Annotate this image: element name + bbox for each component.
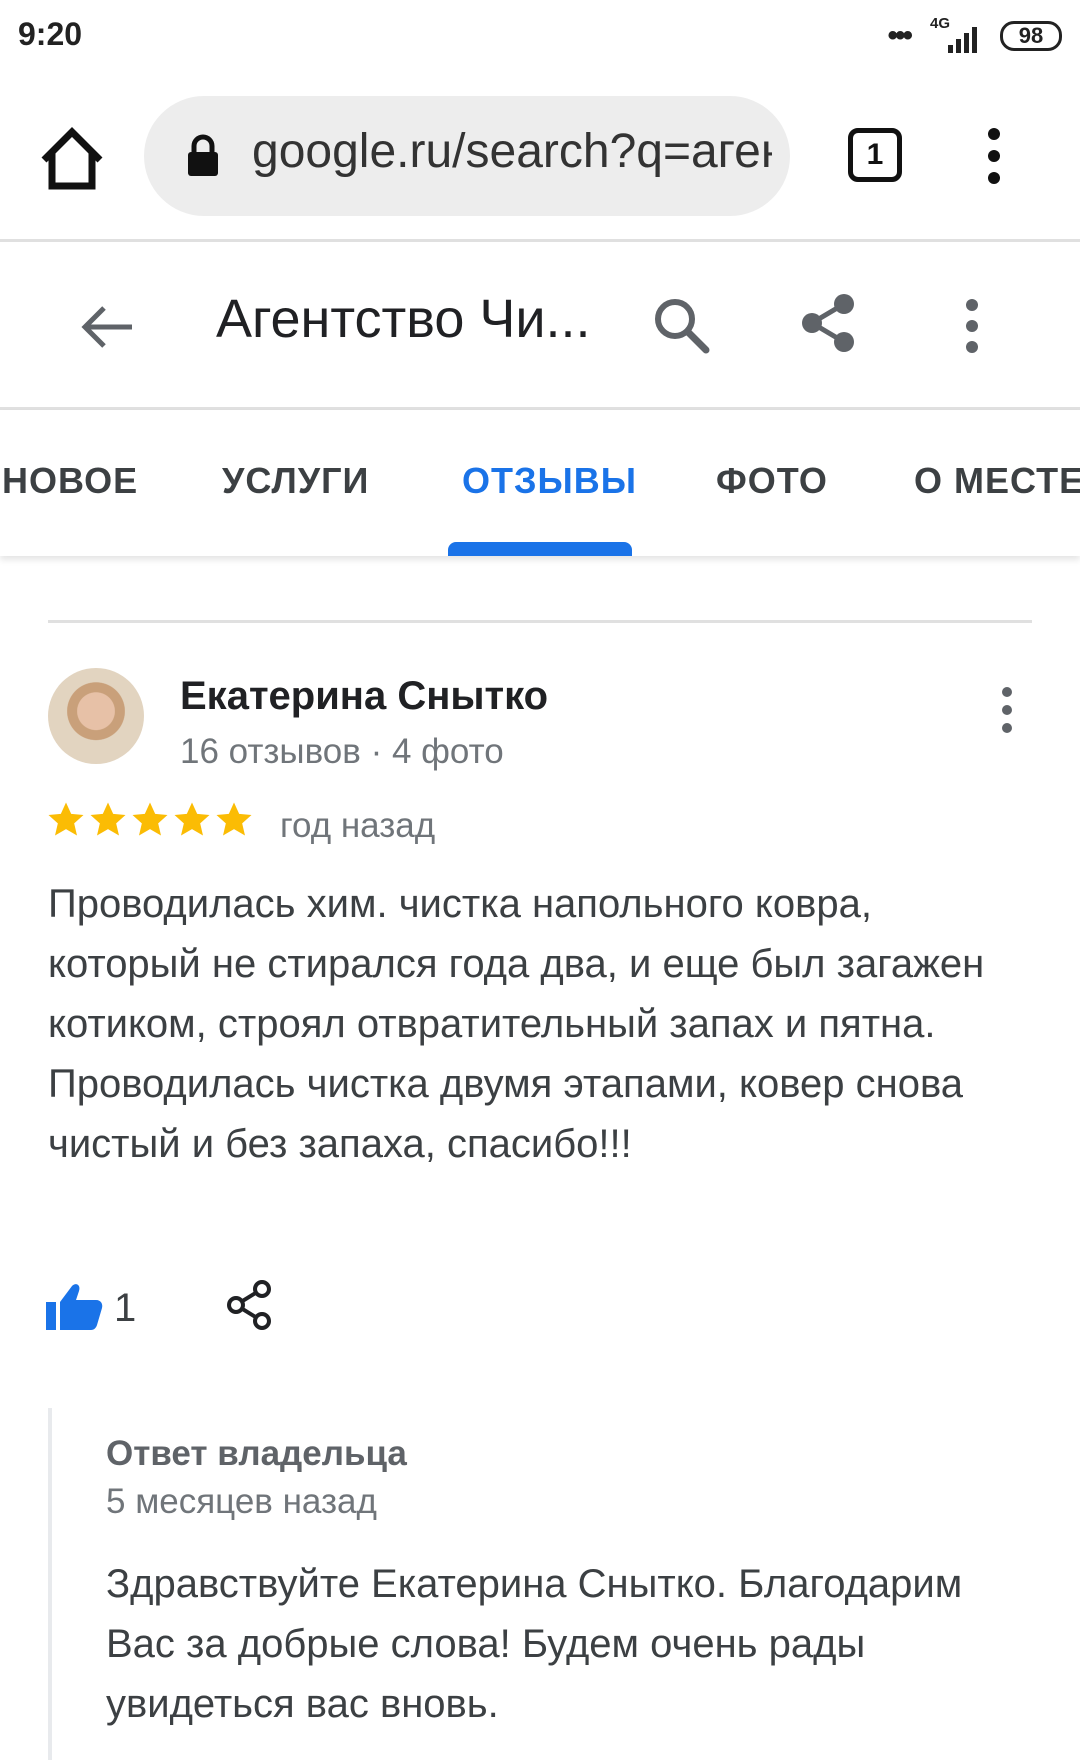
star-icon	[132, 802, 168, 836]
active-tab-indicator	[448, 542, 632, 556]
owner-response-title: Ответ владельца	[106, 1434, 407, 1473]
tab-count: 1	[866, 138, 884, 171]
place-menu-icon[interactable]	[962, 298, 982, 354]
tab-new[interactable]: НОВОЕ	[2, 460, 138, 502]
reviewer-name[interactable]: Екатерина Снытко	[180, 674, 548, 719]
owner-response-text: Здравствуйте Екатерина Снытко. Благодари…	[106, 1562, 963, 1726]
tab-services[interactable]: УСЛУГИ	[222, 460, 369, 502]
tab-about[interactable]: О МЕСТЕ	[914, 460, 1080, 502]
status-indicators: ••• 4G 98	[887, 15, 1062, 54]
star-icon	[48, 802, 84, 836]
star-icon	[174, 802, 210, 836]
address-bar[interactable]: google.ru/search?q=агентство	[144, 96, 790, 216]
share-icon[interactable]	[798, 292, 858, 354]
back-arrow-icon[interactable]	[80, 304, 136, 350]
like-count: 1	[114, 1286, 137, 1330]
tab-switcher-button[interactable]: 1	[848, 128, 902, 182]
owner-response: Ответ владельца 5 месяцев назад Здравств…	[48, 1408, 1038, 1760]
status-bar: 9:20 ••• 4G 98	[0, 0, 1080, 76]
review-text: Проводилась хим. чистка напольного ковра…	[48, 882, 985, 1166]
home-icon[interactable]	[38, 126, 106, 192]
review-menu-icon[interactable]	[998, 686, 1016, 734]
search-icon[interactable]	[652, 296, 710, 354]
tab-reviews[interactable]: ОТЗЫВЫ	[462, 460, 637, 502]
network-type: 4G	[930, 15, 951, 32]
tab-photos[interactable]: ФОТО	[716, 460, 828, 502]
place-title: Агентство Чи...	[216, 289, 591, 349]
place-header: Агентство Чи...	[0, 242, 1080, 410]
battery-level: 98	[1018, 23, 1044, 48]
star-icon	[216, 802, 252, 836]
browser-menu-icon[interactable]	[984, 126, 1004, 186]
review-date: год назад	[280, 806, 436, 845]
lock-icon	[188, 134, 218, 176]
status-time: 9:20	[18, 16, 83, 52]
divider	[48, 620, 1032, 623]
url-text: google.ru/search?q=агентство	[252, 125, 772, 178]
browser-toolbar: google.ru/search?q=агентство 1	[0, 76, 1080, 242]
signal-icon: 4G	[930, 15, 990, 53]
share-review-icon[interactable]	[226, 1280, 272, 1330]
star-rating	[46, 800, 254, 840]
thumbs-up-icon[interactable]	[46, 1282, 104, 1330]
place-tabs: НОВОЕ УСЛУГИ ОТЗЫВЫ ФОТО О МЕСТЕ	[0, 410, 1080, 556]
owner-response-date: 5 месяцев назад	[106, 1482, 377, 1521]
battery-icon: 98	[1000, 21, 1062, 51]
reviewer-meta: 16 отзывов · 4 фото	[180, 732, 504, 771]
star-icon	[90, 802, 126, 836]
avatar[interactable]	[48, 668, 144, 764]
more-notifications-icon: •••	[887, 19, 912, 52]
